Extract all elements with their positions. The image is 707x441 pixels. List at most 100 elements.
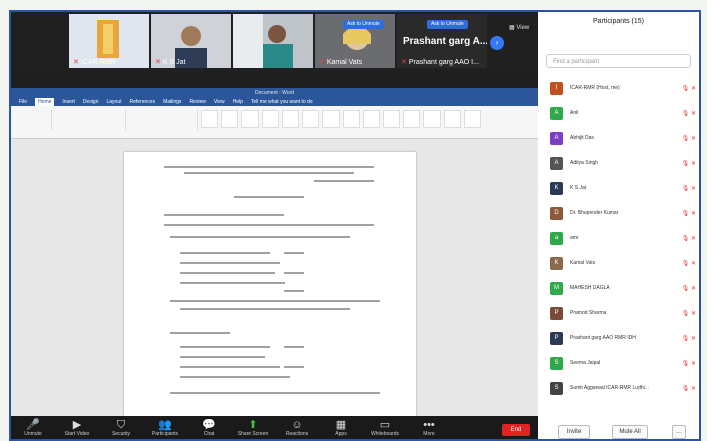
chat-icon: 💬: [202, 419, 216, 431]
more-button[interactable]: ••• More: [407, 416, 451, 437]
participant-name: K S Jat: [162, 59, 186, 66]
share-screen-button[interactable]: ⬆ Share Screen: [231, 416, 275, 437]
mic-muted-icon: 🎙 ✕: [681, 311, 696, 317]
mute-all-button[interactable]: Mute All: [612, 425, 648, 439]
participant-name: K S Jat: [570, 185, 587, 191]
video-tile[interactable]: ✕ ICAR-RMR: [69, 14, 149, 68]
participant-row[interactable]: D Dr. Bhupender Kumar 🎙 ✕: [546, 205, 696, 225]
menu-view[interactable]: View: [214, 98, 225, 106]
participant-name: MAHESH DAGLA: [570, 285, 610, 291]
menu-references[interactable]: References: [130, 98, 156, 106]
participant-row[interactable]: P Prashant garg AAO RMR IDH 🎙 ✕: [546, 330, 696, 350]
unmute-button[interactable]: 🎤 Unmute: [11, 416, 55, 437]
avatar: M: [550, 282, 563, 295]
apps-button[interactable]: ▦ Apps: [319, 416, 363, 437]
menu-design[interactable]: Design: [83, 98, 99, 106]
ask-to-unmute-button[interactable]: Ask to Unmute: [343, 20, 384, 29]
apps-icon: ▦: [335, 419, 347, 431]
participant-row[interactable]: a amr 🎙 ✕: [546, 230, 696, 250]
participant-name: Seema Jaipal: [570, 360, 601, 366]
menu-home[interactable]: Home: [35, 98, 55, 106]
shared-screen-word[interactable]: Document - Word File Home Insert Design …: [11, 88, 538, 416]
participant-row[interactable]: A Aditya Singh 🎙 ✕: [546, 155, 696, 175]
avatar: S: [550, 382, 563, 395]
featured-participant-name: Prashant garg A...: [403, 36, 487, 47]
participant-row[interactable]: K Kamal Vats 🎙 ✕: [546, 255, 696, 275]
participant-name: Sumit Aggarwal ICAR-RMR Ludhi...: [570, 385, 649, 391]
video-tile[interactable]: ✕ K S Jat: [151, 14, 231, 68]
whiteboards-button[interactable]: ▭ Whiteboards: [363, 416, 407, 437]
start-video-button[interactable]: ▶ Start Video: [55, 416, 99, 437]
mic-muted-icon: 🎙 ✕: [681, 211, 696, 217]
menu-mailings[interactable]: Mailings: [163, 98, 181, 106]
chat-button[interactable]: 💬 Chat: [187, 416, 231, 437]
menu-layout[interactable]: Layout: [107, 98, 122, 106]
document-page[interactable]: [124, 152, 416, 416]
mic-muted-icon: ✕: [319, 59, 325, 66]
avatar: I: [550, 82, 563, 95]
menu-review[interactable]: Review: [189, 98, 205, 106]
participant-row[interactable]: P Pramod Sharma 🎙 ✕: [546, 305, 696, 325]
invite-button[interactable]: Invite: [558, 425, 590, 439]
menu-file[interactable]: File: [19, 98, 27, 106]
share-icon: ⬆: [248, 419, 258, 431]
participants-button[interactable]: 👥 Participants: [143, 416, 187, 437]
participant-name: Pramod Sharma: [570, 310, 607, 316]
tell-me-search[interactable]: Tell me what you want to do: [251, 98, 313, 106]
more-options-button[interactable]: …: [672, 425, 686, 439]
avatar: K: [550, 182, 563, 195]
participant-row[interactable]: A Abhijit Das 🎙 ✕: [546, 130, 696, 150]
participants-title: Participants (15): [593, 18, 644, 25]
participants-panel: Participants (15) Find a participant I IC…: [538, 12, 699, 439]
avatar: P: [550, 332, 563, 345]
reaction-icon: ☺: [291, 419, 303, 431]
participant-name: amr: [570, 235, 579, 241]
whiteboard-icon: ▭: [379, 419, 391, 431]
mic-muted-icon: ✕: [401, 59, 407, 66]
avatar: A: [550, 157, 563, 170]
participant-name: Dr. Bhupender Kumar: [570, 210, 619, 216]
avatar: P: [550, 307, 563, 320]
word-title-bar: Document - Word: [11, 88, 538, 98]
participant-name: Abhijit Das: [570, 135, 594, 141]
word-menu-bar: File Home Insert Design Layout Reference…: [11, 98, 538, 106]
ask-to-unmute-button[interactable]: Ask to Unmute: [427, 20, 468, 29]
participant-search-input[interactable]: Find a participant: [546, 54, 691, 68]
people-icon: 👥: [158, 419, 172, 431]
mic-muted-icon: 🎙 ✕: [681, 361, 696, 367]
participant-row[interactable]: M MAHESH DAGLA 🎙 ✕: [546, 280, 696, 300]
mic-muted-icon: 🎙 ✕: [681, 161, 696, 167]
next-page-icon[interactable]: ›: [490, 36, 504, 50]
avatar: S: [550, 357, 563, 370]
participant-name: Kamal Vats: [570, 260, 596, 266]
mic-muted-icon: 🎙 ✕: [681, 261, 696, 267]
end-meeting-button[interactable]: End: [502, 424, 530, 436]
video-tile[interactable]: [233, 14, 313, 68]
participant-name: Kamal Vats: [326, 59, 363, 66]
font-group[interactable]: [55, 110, 126, 130]
avatar: A: [550, 132, 563, 145]
paragraph-group[interactable]: [129, 110, 198, 130]
participant-name: Prashant garg AAO I...: [408, 59, 479, 66]
mic-muted-icon: ✕: [73, 59, 79, 66]
styles-gallery[interactable]: [201, 110, 482, 128]
security-button[interactable]: ⛉ Security: [99, 416, 143, 437]
participant-row[interactable]: S Seema Jaipal 🎙 ✕: [546, 355, 696, 375]
mic-muted-icon: 🎙 ✕: [681, 386, 696, 392]
participant-row[interactable]: I ICAR-RMR (Host, me) 🎙 ✕: [546, 80, 696, 100]
reactions-button[interactable]: ☺ Reactions: [275, 416, 319, 437]
video-tile[interactable]: Ask to Unmute Prashant garg A... ✕ Prasha…: [397, 14, 487, 68]
participant-row[interactable]: K K S Jat 🎙 ✕: [546, 180, 696, 200]
mic-muted-icon: 🎙 ✕: [681, 286, 696, 292]
participant-row[interactable]: A Anil 🎙 ✕: [546, 105, 696, 125]
avatar: A: [550, 107, 563, 120]
view-button[interactable]: ▦ View: [509, 24, 529, 31]
avatar: a: [550, 232, 563, 245]
clipboard-group[interactable]: [15, 110, 52, 130]
participant-name: Anil: [570, 110, 579, 116]
mic-muted-icon: 🎙 ✕: [681, 236, 696, 242]
video-tile[interactable]: Ask to Unmute ✕ Kamal Vats: [315, 14, 395, 68]
participant-row[interactable]: S Sumit Aggarwal ICAR-RMR Ludhi... 🎙 ✕: [546, 380, 696, 400]
menu-insert[interactable]: Insert: [62, 98, 75, 106]
menu-help[interactable]: Help: [233, 98, 243, 106]
